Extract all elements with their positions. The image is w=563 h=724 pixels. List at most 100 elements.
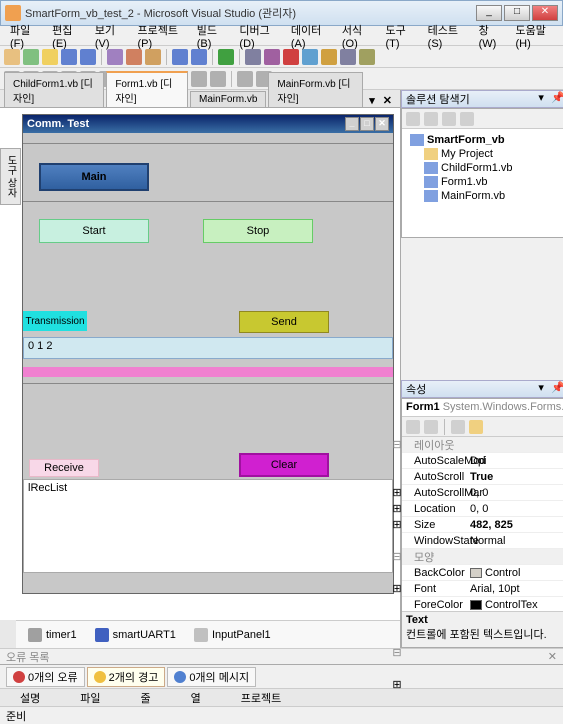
step-icon[interactable]: [302, 49, 318, 65]
col-file[interactable]: 파일: [80, 690, 100, 706]
properties-icon[interactable]: [340, 49, 356, 65]
toolbox-icon[interactable]: [359, 49, 375, 65]
prop-backcolor[interactable]: BackColorControl: [402, 565, 563, 581]
pink-bar[interactable]: [23, 367, 393, 377]
clear-button[interactable]: Clear: [239, 453, 329, 477]
bring-front-icon[interactable]: [237, 71, 253, 87]
tree-myproject[interactable]: My Project: [406, 147, 563, 161]
category-layout[interactable]: ⊟레이아웃: [402, 437, 563, 453]
find-icon[interactable]: [264, 49, 280, 65]
right-pane: 솔루션 탐색기 ▾ 📌 ✕ SmartForm_vb: [401, 90, 563, 648]
cut-icon[interactable]: [107, 49, 123, 65]
properties-toolbar: [402, 417, 563, 437]
tab-close-icon[interactable]: ✕: [379, 94, 396, 107]
errors-filter[interactable]: 0개의 오류: [6, 667, 85, 687]
pin-icon[interactable]: 📌: [551, 382, 563, 396]
dropdown-icon[interactable]: ▾: [534, 382, 548, 396]
tab-childform-design[interactable]: ChildForm1.vb [디자인]: [4, 72, 104, 107]
menu-build[interactable]: 빌드(B): [191, 20, 232, 52]
solution-tree: SmartForm_vb My Project ChildForm1.vb Fo…: [402, 129, 563, 207]
open-icon[interactable]: [42, 49, 58, 65]
properties-grid[interactable]: ⊟레이아웃 AutoScaleModDpi AutoScrollTrue ⊞Au…: [402, 437, 563, 611]
smartuart-component[interactable]: smartUART1: [95, 628, 176, 642]
prop-autoscroll[interactable]: AutoScrollTrue: [402, 469, 563, 485]
add-item-icon[interactable]: [23, 49, 39, 65]
send-button[interactable]: Send: [239, 311, 329, 333]
tree-childform[interactable]: ChildForm1.vb: [406, 161, 563, 175]
prop-forecolor[interactable]: ForeColorControlTex: [402, 597, 563, 611]
designer-surface[interactable]: 도구 상자 Comm. Test _ □ ✕ Main Start Stop: [0, 108, 400, 620]
tree-root[interactable]: SmartForm_vb: [406, 133, 563, 147]
toolbox-tab[interactable]: 도구 상자: [0, 148, 21, 205]
transmission-label[interactable]: Transmission: [23, 311, 87, 331]
warnings-filter[interactable]: 2개의 경고: [87, 667, 166, 687]
menu-debug[interactable]: 디버그(D): [233, 20, 282, 52]
refresh-icon[interactable]: [442, 112, 456, 126]
menu-format[interactable]: 서식(O): [336, 20, 378, 52]
tab-mainform-code[interactable]: MainForm.vb: [190, 91, 266, 107]
config-icon[interactable]: [245, 49, 261, 65]
messages-filter[interactable]: 0개의 메시지: [167, 667, 256, 687]
copy-icon[interactable]: [126, 49, 142, 65]
prop-location[interactable]: ⊞Location0, 0: [402, 501, 563, 517]
menu-data[interactable]: 데이터(A): [285, 20, 334, 52]
prop-autoscrollmargin[interactable]: ⊞AutoScrollMar0, 0: [402, 485, 563, 501]
events-icon[interactable]: [469, 420, 483, 434]
save-icon[interactable]: [61, 49, 77, 65]
menu-help[interactable]: 도움말(H): [509, 20, 558, 52]
properties-page-icon[interactable]: [451, 420, 465, 434]
hspace-icon[interactable]: [191, 71, 207, 87]
redo-icon[interactable]: [191, 49, 207, 65]
break-icon[interactable]: [283, 49, 299, 65]
alphabetical-icon[interactable]: [424, 420, 438, 434]
stop-button[interactable]: Stop: [203, 219, 313, 243]
menu-edit[interactable]: 편집(E): [46, 20, 87, 52]
solution-icon[interactable]: [321, 49, 337, 65]
col-description[interactable]: 설명: [20, 690, 40, 706]
paste-icon[interactable]: [145, 49, 161, 65]
info-icon: [174, 671, 186, 683]
close-icon[interactable]: ✕: [548, 650, 557, 663]
form-designer[interactable]: Comm. Test _ □ ✕ Main Start Stop Transmi…: [22, 114, 394, 594]
form-body[interactable]: Main Start Stop Transmission Send 0 1 2 …: [23, 133, 393, 593]
start-button[interactable]: Start: [39, 219, 149, 243]
category-appearance[interactable]: ⊟모양: [402, 549, 563, 565]
prop-autoscalemode[interactable]: AutoScaleModDpi: [402, 453, 563, 469]
vspace-icon[interactable]: [210, 71, 226, 87]
tree-form1[interactable]: Form1.vb: [406, 175, 563, 189]
prop-windowstate[interactable]: WindowStateNormal: [402, 533, 563, 549]
menu-project[interactable]: 프로젝트(P): [131, 20, 188, 52]
col-col[interactable]: 열: [191, 690, 201, 706]
view-code-icon[interactable]: [460, 112, 474, 126]
col-project[interactable]: 프로젝트: [241, 690, 281, 706]
timer-component[interactable]: timer1: [28, 628, 77, 642]
tab-dropdown-icon[interactable]: ▾: [365, 94, 379, 107]
undo-icon[interactable]: [172, 49, 188, 65]
dropdown-icon[interactable]: ▾: [534, 92, 548, 106]
inputpanel-component[interactable]: InputPanel1: [194, 628, 271, 642]
menu-tools[interactable]: 도구(T): [380, 20, 420, 52]
prop-size[interactable]: ⊞Size482, 825: [402, 517, 563, 533]
save-all-icon[interactable]: [80, 49, 96, 65]
input-textbox[interactable]: 0 1 2: [23, 337, 393, 359]
tab-form1-design[interactable]: Form1.vb [디자인]: [106, 71, 188, 107]
new-project-icon[interactable]: [4, 49, 20, 65]
menu-test[interactable]: 테스트(S): [422, 20, 471, 52]
menu-file[interactable]: 파일(F): [4, 20, 44, 52]
show-all-icon[interactable]: [424, 112, 438, 126]
menu-view[interactable]: 보기(V): [89, 20, 130, 52]
reclist-listbox[interactable]: lRecList: [23, 479, 393, 573]
start-debug-icon[interactable]: [218, 49, 234, 65]
prop-font[interactable]: ⊞FontArial, 10pt: [402, 581, 563, 597]
properties-icon[interactable]: [406, 112, 420, 126]
categorized-icon[interactable]: [406, 420, 420, 434]
pin-icon[interactable]: 📌: [551, 92, 563, 106]
main-button[interactable]: Main: [39, 163, 149, 191]
tab-mainform-design[interactable]: MainForm.vb [디자인]: [268, 72, 363, 107]
menu-window[interactable]: 창(W): [473, 20, 508, 52]
col-line[interactable]: 줄: [141, 690, 151, 706]
properties-object-selector[interactable]: Form1 System.Windows.Forms.Fc ▾: [402, 399, 563, 417]
tree-mainform[interactable]: MainForm.vb: [406, 189, 563, 203]
receive-label[interactable]: Receive: [29, 459, 99, 477]
error-list-columns: 설명 파일 줄 열 프로젝트: [0, 688, 563, 706]
